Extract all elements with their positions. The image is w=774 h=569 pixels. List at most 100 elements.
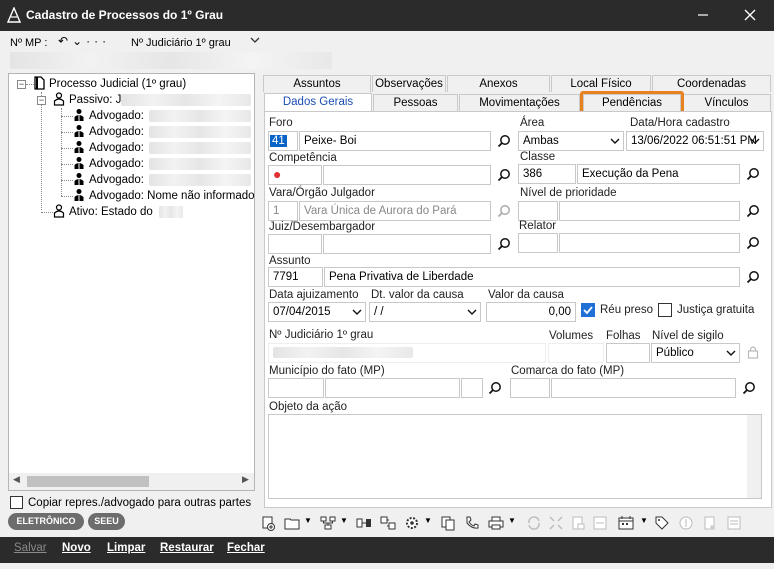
relator-name-input[interactable] [559,233,740,253]
dropdown-icon[interactable]: ▼ [640,516,648,525]
search-icon[interactable] [746,204,760,218]
seeu-badge[interactable]: SEEU [88,513,125,530]
add-document-icon[interactable] [260,515,276,531]
tab-dados-gerais[interactable]: Dados Gerais [264,93,372,112]
lock-icon[interactable] [747,345,759,359]
novo-button[interactable]: Novo [62,542,91,554]
foro-name-input[interactable]: Peixe- Boi [299,131,491,151]
link-icon[interactable] [356,515,372,531]
scroll-right-icon[interactable]: ▶ [242,474,249,485]
search-icon[interactable] [497,168,511,182]
comarca-code-input[interactable] [510,378,550,398]
volumes-input[interactable] [548,343,604,363]
search-icon[interactable] [488,381,502,395]
municipio-uf-input[interactable] [461,378,483,398]
tree-advogado-5[interactable]: Advogado: [73,172,144,188]
nivel-sigilo-select[interactable]: Público [651,343,740,363]
classe-code-input[interactable]: 386 [518,164,576,184]
eletronico-badge[interactable]: ELETRÔNICO [8,513,84,530]
vara-code-input[interactable]: 1 [268,201,298,221]
reu-preso-checkbox[interactable] [581,303,595,317]
fechar-button[interactable]: Fechar [227,542,265,554]
tab-observacoes[interactable]: Observações [372,75,446,92]
tab-assuntos[interactable]: Assuntos [263,75,371,92]
tag-icon[interactable] [654,515,670,531]
foro-code-input[interactable]: 41 [268,131,298,151]
search-icon[interactable] [746,167,760,181]
justica-gratuita-checkbox[interactable] [658,303,672,317]
tab-anexos[interactable]: Anexos [447,75,550,92]
comarca-name-input[interactable] [551,378,736,398]
data-ajuizamento-input[interactable]: 07/04/2015 [268,302,366,322]
process-tree[interactable]: − Processo Judicial (1º grau) − Passivo:… [8,73,255,491]
nivel-prioridade-code-input[interactable] [518,201,558,221]
municipio-name-input[interactable] [325,378,460,398]
tab-coordenadas[interactable]: Coordenadas [652,75,771,92]
limpar-button[interactable]: Limpar [107,542,145,554]
search-icon[interactable] [497,237,511,251]
scan-icon[interactable] [592,515,608,531]
dt-valor-causa-input[interactable]: / / [369,302,481,322]
assunto-code-input[interactable]: 7791 [268,267,323,287]
data-hora-input[interactable]: 13/06/2022 06:51:51 PM [626,131,764,151]
objeto-textarea[interactable] [268,414,762,499]
tab-local-fisico[interactable]: Local Físico [551,75,651,92]
copy-checkbox[interactable] [10,496,23,509]
dropdown-icon[interactable]: ▼ [340,516,348,525]
search-icon[interactable] [746,236,760,250]
nj-input[interactable] [268,343,546,363]
undo-icon[interactable]: ↶ [58,34,72,48]
transfer-icon[interactable] [380,515,396,531]
calendar-icon[interactable] [618,515,634,531]
scroll-left-icon[interactable]: ◀ [13,474,20,485]
tab-pessoas[interactable]: Pessoas [373,94,458,111]
municipio-code-input[interactable] [268,378,324,398]
juiz-name-input[interactable] [323,234,491,254]
mp-actions[interactable]: ↶⌄··· [58,34,110,48]
collapse-toggle[interactable]: − [37,96,46,105]
tree-ativo[interactable]: Ativo: Estado do [53,204,153,220]
classe-name-input[interactable]: Execução da Pena [577,164,740,184]
tab-vinculos[interactable]: Vínculos [682,94,771,111]
copy-representative-option[interactable]: Copiar repres./advogado para outras part… [10,496,251,509]
nivel-prioridade-name-input[interactable] [559,201,740,221]
vara-name-input[interactable]: Vara Única de Aurora do Pará [299,201,491,221]
search-icon[interactable] [742,381,756,395]
expand-icon[interactable] [548,515,564,531]
valor-causa-input[interactable]: 0,00 [486,302,576,322]
folhas-input[interactable] [606,343,650,363]
search-icon[interactable] [497,204,511,218]
money-icon[interactable] [678,515,694,531]
tree-advogado-3[interactable]: Advogado: [73,140,144,156]
settings-icon[interactable] [404,515,420,531]
competencia-name-input[interactable] [323,165,491,185]
refresh-icon[interactable] [526,515,542,531]
assunto-name-input[interactable]: Pena Privativa de Liberdade [324,267,740,287]
tree-horizontal-scrollbar[interactable]: ◀ ▶ [9,473,254,490]
relator-code-input[interactable] [518,233,558,253]
tree-root[interactable]: Processo Judicial (1º grau) [33,76,186,92]
tab-movimentacoes[interactable]: Movimentações [459,94,580,111]
dropdown-icon[interactable]: ▼ [508,516,516,525]
doc-list-icon[interactable] [726,515,742,531]
dropdown-icon[interactable]: ▼ [304,516,312,525]
salvar-button[interactable]: Salvar [14,542,47,554]
print-icon[interactable] [488,515,504,531]
more-icon[interactable]: ··· [86,34,110,48]
dropdown-icon[interactable]: ⌄ [72,34,86,48]
tree-advogado-4[interactable]: Advogado: [73,156,144,172]
phone-icon[interactable] [464,515,480,531]
search-icon[interactable] [746,270,760,284]
copy-icon[interactable] [440,515,456,531]
tree-advogado-2[interactable]: Advogado: [73,124,144,140]
folder-icon[interactable] [284,515,300,531]
chevron-down-icon[interactable] [250,36,260,44]
scroll-thumb[interactable] [27,476,149,487]
search-icon[interactable] [497,134,511,148]
area-select[interactable]: Ambas [518,131,624,151]
tree-advogado-6[interactable]: Advogado: Nome não informado [73,188,255,204]
juiz-code-input[interactable] [268,234,322,254]
minimize-button[interactable] [680,0,726,31]
restaurar-button[interactable]: Restaurar [160,542,214,554]
tree-passivo[interactable]: Passivo: J [53,92,121,108]
